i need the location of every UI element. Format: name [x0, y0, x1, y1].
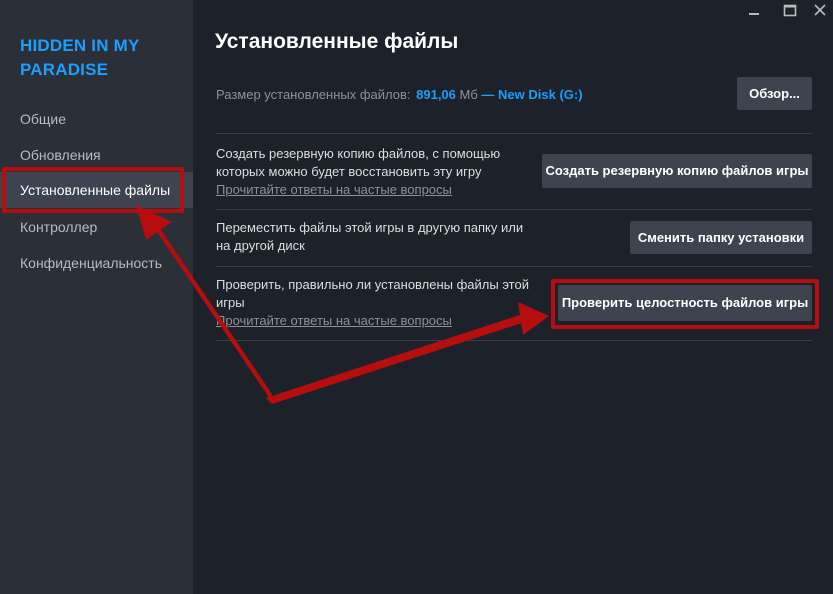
move-description: Переместить файлы этой игры в другую пап… [216, 220, 524, 253]
verify-description: Проверить, правильно ли установлены файл… [216, 277, 529, 310]
divider [216, 133, 812, 134]
backup-description: Создать резервную копию файлов, с помощь… [216, 146, 501, 179]
maximize-icon[interactable] [779, 2, 801, 24]
divider [216, 340, 812, 341]
sidebar-item-controller[interactable]: Контроллер [0, 209, 193, 245]
main-panel: Установленные файлы Размер установленных… [193, 0, 833, 594]
backup-files-button[interactable]: Создать резервную копию файлов игры [542, 154, 812, 188]
verify-integrity-button[interactable]: Проверить целостность файлов игры [558, 285, 812, 321]
sidebar-item-updates[interactable]: Обновления [0, 137, 193, 173]
change-install-folder-button[interactable]: Сменить папку установки [630, 221, 812, 254]
move-row-description: Переместить файлы этой игры в другую пап… [216, 219, 536, 255]
backup-faq-link[interactable]: Прочитайте ответы на частые вопросы [216, 181, 536, 199]
sidebar: HIDDEN IN MY PARADISE Общие Обновления У… [0, 0, 193, 594]
browse-button[interactable]: Обзор... [737, 77, 812, 110]
game-title: HIDDEN IN MY PARADISE [20, 36, 140, 79]
close-icon[interactable] [809, 2, 831, 24]
install-size-label: Размер установленных файлов: [216, 87, 411, 102]
sidebar-item-general[interactable]: Общие [0, 101, 193, 137]
install-size-row: Размер установленных файлов: 891,06 Мб —… [216, 84, 583, 106]
sidebar-item-installed-files[interactable]: Установленные файлы [0, 172, 193, 208]
sidebar-item-privacy[interactable]: Конфиденциальность [0, 245, 193, 281]
backup-row-description: Создать резервную копию файлов, с помощь… [216, 145, 536, 199]
verify-row-description: Проверить, правильно ли установлены файл… [216, 276, 536, 330]
page-title: Установленные файлы [215, 30, 459, 53]
minimize-icon[interactable] [743, 2, 765, 24]
verify-faq-link[interactable]: Прочитайте ответы на частые вопросы [216, 312, 536, 330]
install-disk: New Disk (G:) [498, 87, 583, 102]
divider [216, 266, 812, 267]
install-size-separator: — [481, 87, 495, 102]
install-size-unit: Мб [459, 87, 478, 102]
divider [216, 209, 812, 210]
install-size-value: 891,06 [416, 87, 456, 102]
